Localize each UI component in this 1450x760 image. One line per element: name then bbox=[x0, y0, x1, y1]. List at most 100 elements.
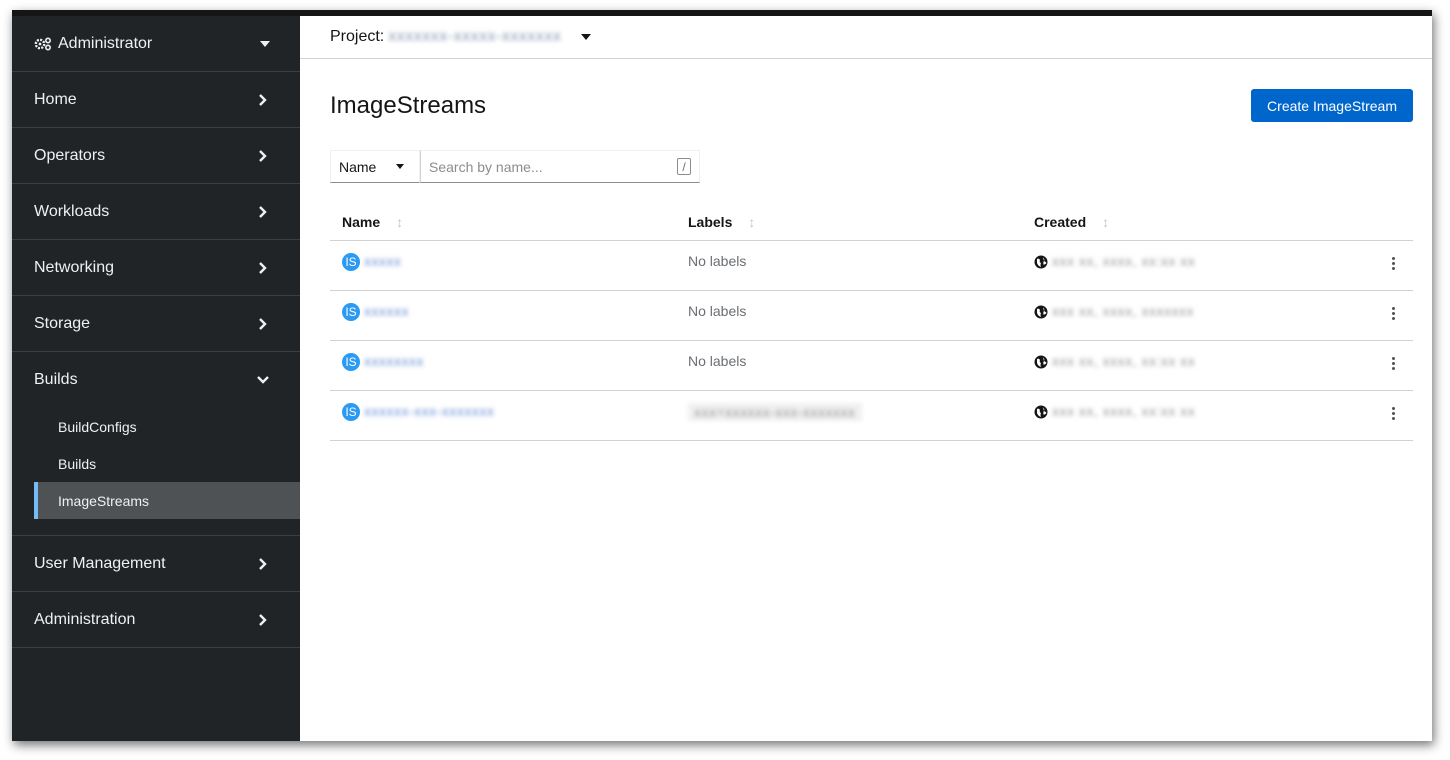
page-title: ImageStreams bbox=[330, 92, 487, 119]
kebab-menu-icon[interactable] bbox=[1392, 256, 1395, 270]
sidebar-item-label: BuildConfigs bbox=[58, 418, 137, 435]
sidebar-section-storage[interactable]: Storage bbox=[12, 296, 300, 352]
sidebar-section-administration[interactable]: Administration bbox=[12, 592, 300, 648]
cogs-icon bbox=[34, 36, 52, 51]
created-cell: xxx xx, xxxx, xx:xx xx bbox=[1022, 340, 1413, 391]
chevron-right-icon bbox=[259, 261, 267, 274]
sidebar-section-home[interactable]: Home bbox=[12, 72, 300, 128]
kebab-menu-icon[interactable] bbox=[1392, 406, 1395, 420]
globe-icon bbox=[1034, 255, 1048, 269]
name-cell: IS xxxxxx bbox=[330, 290, 676, 341]
sidebar-section-label: Administration bbox=[34, 610, 136, 628]
main-content: Project: xxxxxxx-xxxxx-xxxxxxx ImageStre… bbox=[300, 16, 1432, 741]
name-cell: IS xxxxxx-xxx-xxxxxxx bbox=[330, 390, 676, 441]
imagestream-name-link[interactable]: xxxxxx bbox=[364, 303, 409, 319]
labels-redacted[interactable]: xxx=xxxxxx-xxx-xxxxxxx bbox=[688, 402, 862, 421]
column-header-label: Created bbox=[1034, 213, 1087, 230]
imagestream-badge: IS bbox=[342, 352, 360, 371]
create-imagestream-button[interactable]: Create ImageStream bbox=[1251, 89, 1413, 122]
sidebar-section-operators[interactable]: Operators bbox=[12, 128, 300, 184]
chevron-right-icon bbox=[259, 613, 267, 626]
created-timestamp-redacted: xxx xx, xxxx, xx:xx xx bbox=[1052, 252, 1196, 269]
app-window: Administrator Home Operators Workloads Netw… bbox=[12, 10, 1432, 741]
search-input[interactable] bbox=[429, 158, 659, 175]
chevron-down-icon bbox=[257, 376, 269, 384]
chevron-right-icon bbox=[259, 205, 267, 218]
globe-icon bbox=[1034, 305, 1048, 319]
sort-icon[interactable]: ↕ bbox=[396, 214, 403, 230]
sidebar-section-builds[interactable]: Builds bbox=[12, 352, 300, 408]
sidebar-item-imagestreams[interactable]: ImageStreams bbox=[34, 482, 300, 519]
created-cell: xxx xx, xxxx, xx:xx xx bbox=[1022, 240, 1413, 291]
imagestream-badge: IS bbox=[342, 252, 360, 271]
caret-down-icon bbox=[260, 40, 270, 47]
sidebar-section-user-management[interactable]: User Management bbox=[12, 536, 300, 592]
kebab-menu-icon[interactable] bbox=[1392, 306, 1395, 320]
chevron-right-icon bbox=[259, 149, 267, 162]
column-header-label: Name bbox=[342, 213, 381, 230]
search-field: / bbox=[420, 150, 700, 183]
labels-cell: No labels bbox=[676, 290, 1022, 341]
created-timestamp-redacted: xxx xx, xxxx, xx:xx xx bbox=[1052, 352, 1196, 369]
sidebar-section-label: Networking bbox=[34, 258, 115, 276]
filter-toolbar: Name / bbox=[330, 150, 700, 183]
imagestreams-table: Name ↕ Labels ↕ Created ↕ IS xxxxx No labels x… bbox=[330, 204, 1413, 441]
created-timestamp-redacted: xxx xx, xxxx, xx:xx xx bbox=[1052, 402, 1196, 419]
sidebar-section-label: Operators bbox=[34, 146, 106, 164]
labels-value: No labels bbox=[688, 302, 747, 319]
sort-icon[interactable]: ↕ bbox=[1102, 214, 1109, 230]
table-row: IS xxxxx No labels xxx xx, xxxx, xx:xx xx bbox=[330, 240, 1413, 291]
table-row: IS xxxxxxxx No labels xxx xx, xxxx, xx:xx x… bbox=[330, 340, 1413, 391]
chevron-right-icon bbox=[259, 557, 267, 570]
imagestream-name-link[interactable]: xxxxx bbox=[364, 253, 402, 269]
kebab-menu-icon[interactable] bbox=[1392, 356, 1395, 370]
imagestream-badge: IS bbox=[342, 402, 360, 421]
perspective-label: Administrator bbox=[58, 34, 153, 52]
sidebar-group-builds: Builds BuildConfigs Builds ImageStreams bbox=[12, 352, 300, 536]
table-header-row: Name ↕ Labels ↕ Created ↕ bbox=[330, 204, 1413, 241]
sidebar-item-builds[interactable]: Builds bbox=[34, 445, 300, 482]
column-header-labels[interactable]: Labels ↕ bbox=[676, 204, 1022, 241]
labels-cell: xxx=xxxxxx-xxx-xxxxxxx bbox=[676, 390, 1022, 441]
project-name-redacted[interactable]: xxxxxxx-xxxxx-xxxxxxx bbox=[388, 28, 561, 46]
chevron-right-icon bbox=[259, 317, 267, 330]
labels-cell: No labels bbox=[676, 240, 1022, 291]
caret-down-icon bbox=[396, 164, 405, 169]
sidebar-item-buildconfigs[interactable]: BuildConfigs bbox=[34, 408, 300, 445]
project-bar: Project: xxxxxxx-xxxxx-xxxxxxx bbox=[300, 16, 1432, 59]
globe-icon bbox=[1034, 405, 1048, 419]
project-label: Project: bbox=[330, 28, 385, 45]
globe-icon bbox=[1034, 355, 1048, 369]
name-cell: IS xxxxx bbox=[330, 240, 676, 291]
table-row: IS xxxxxx No labels xxx xx, xxxx, xxxxxxx bbox=[330, 290, 1413, 341]
created-timestamp-redacted: xxx xx, xxxx, xxxxxxx bbox=[1052, 302, 1194, 319]
column-header-created[interactable]: Created ↕ bbox=[1022, 204, 1413, 241]
sidebar-section-label: Home bbox=[34, 90, 77, 108]
filter-type-select[interactable]: Name bbox=[330, 150, 420, 183]
sidebar-item-label: Builds bbox=[58, 455, 97, 472]
imagestream-name-link[interactable]: xxxxxxxx bbox=[364, 353, 424, 369]
created-cell: xxx xx, xxxx, xx:xx xx bbox=[1022, 390, 1413, 441]
keyboard-shortcut-hint: / bbox=[677, 158, 691, 175]
column-header-label: Labels bbox=[688, 213, 733, 230]
created-cell: xxx xx, xxxx, xxxxxxx bbox=[1022, 290, 1413, 341]
sidebar-section-label: Storage bbox=[34, 314, 91, 332]
table-row: IS xxxxxx-xxx-xxxxxxx xxx=xxxxxx-xxx-xxxxx… bbox=[330, 390, 1413, 441]
sidebar-section-label: Workloads bbox=[34, 202, 110, 220]
sort-icon[interactable]: ↕ bbox=[748, 214, 755, 230]
imagestream-name-link[interactable]: xxxxxx-xxx-xxxxxxx bbox=[364, 403, 494, 419]
project-dropdown-caret-icon[interactable] bbox=[581, 34, 592, 40]
labels-value: No labels bbox=[688, 352, 747, 369]
perspective-switcher[interactable]: Administrator bbox=[12, 16, 300, 72]
column-header-name[interactable]: Name ↕ bbox=[330, 204, 676, 241]
labels-value: No labels bbox=[688, 252, 747, 269]
chevron-right-icon bbox=[259, 93, 267, 106]
sidebar-section-networking[interactable]: Networking bbox=[12, 240, 300, 296]
imagestream-badge: IS bbox=[342, 302, 360, 321]
sidebar: Administrator Home Operators Workloads Netw… bbox=[12, 16, 300, 741]
sidebar-section-workloads[interactable]: Workloads bbox=[12, 184, 300, 240]
sidebar-item-label: ImageStreams bbox=[58, 492, 150, 509]
sidebar-section-label: User Management bbox=[34, 554, 166, 572]
filter-type-value: Name bbox=[339, 158, 377, 175]
name-cell: IS xxxxxxxx bbox=[330, 340, 676, 391]
